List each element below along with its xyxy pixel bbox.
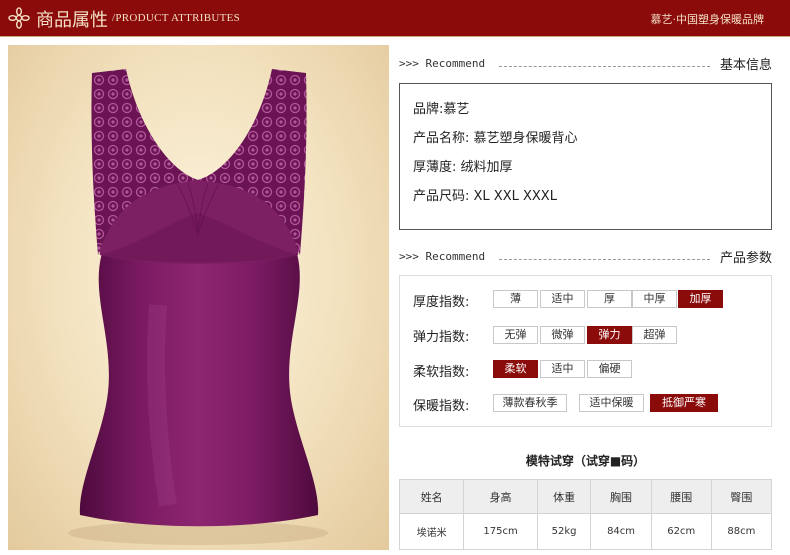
cell-waist: 62cm — [650, 513, 712, 550]
cell-bust: 84cm — [590, 513, 652, 550]
header-bust: 胸围 — [590, 479, 652, 514]
cell-name: 埃诺米 — [398, 513, 465, 550]
thickness-option-selected: 加厚 — [678, 290, 723, 308]
softness-option: 适中 — [540, 360, 585, 378]
elasticity-option-selected: 弹力 — [587, 326, 632, 344]
model-try-on-title: 模特试穿（试穿■码） — [525, 454, 646, 468]
info-thickness: 厚薄度: 绒料加厚 — [413, 160, 513, 175]
header-weight: 体重 — [536, 479, 592, 514]
basic-info-panel: 品牌:慕艺 产品名称: 慕艺塑身保暖背心 厚薄度: 绒料加厚 产品尺码: XL … — [399, 83, 772, 230]
info-product-name: 产品名称: 慕艺塑身保暖背心 — [413, 131, 578, 146]
softness-option: 偏硬 — [587, 360, 632, 378]
brand-slogan: 慕艺·中国塑身保暖品牌 — [650, 13, 765, 26]
softness-label: 柔软指数: — [413, 365, 470, 380]
thickness-option: 薄 — [493, 290, 538, 308]
elasticity-option: 超弹 — [632, 326, 677, 344]
basic-info-title: 基本信息 — [719, 58, 772, 73]
header-name: 姓名 — [398, 479, 465, 514]
warmth-option: 薄款春秋季 — [493, 394, 567, 412]
page-title: 商品属性 — [36, 10, 108, 31]
header-waist: 腰围 — [650, 479, 712, 514]
header-height: 身高 — [463, 479, 538, 514]
cell-weight: 52kg — [536, 513, 592, 550]
cell-height: 175cm — [463, 513, 538, 550]
basic-info-header: >>> Recommend 基本信息 — [399, 53, 772, 75]
model-table: 姓名 身高 体重 胸围 腰围 臀围 埃诺米 175cm 52kg 84cm 62… — [398, 479, 773, 550]
page-subtitle: /PRODUCT ATTRIBUTES — [112, 12, 241, 24]
product-image — [8, 45, 389, 550]
softness-option-selected: 柔软 — [493, 360, 538, 378]
recommend-label: >>> Recommend — [399, 250, 486, 263]
table-row: 埃诺米 175cm 52kg 84cm 62cm 88cm — [398, 513, 773, 550]
thickness-label: 厚度指数: — [413, 295, 470, 310]
cell-hip: 88cm — [710, 513, 773, 550]
warmth-option: 适中保暖 — [579, 394, 644, 412]
thickness-option: 适中 — [540, 290, 585, 308]
recommend-label: >>> Recommend — [399, 57, 486, 70]
elasticity-option: 无弹 — [493, 326, 538, 344]
header-bar: 商品属性 /PRODUCT ATTRIBUTES 慕艺·中国塑身保暖品牌 — [0, 0, 790, 36]
thickness-option: 厚 — [587, 290, 632, 308]
info-sizes: 产品尺码: XL XXL XXXL — [413, 189, 557, 204]
info-brand: 品牌:慕艺 — [413, 102, 470, 117]
warmth-label: 保暖指数: — [413, 399, 470, 414]
table-header-row: 姓名 身高 体重 胸围 腰围 臀围 — [398, 479, 773, 514]
header-divider — [0, 36, 790, 37]
elasticity-option: 微弹 — [540, 326, 585, 344]
params-header: >>> Recommend 产品参数 — [399, 246, 772, 268]
dashed-divider — [499, 66, 710, 67]
params-panel: 厚度指数: 薄 适中 厚 中厚 加厚 弹力指数: 无弹 微弹 弹力 超弹 柔软指… — [399, 275, 772, 427]
params-title: 产品参数 — [719, 251, 772, 266]
header-hip: 臀围 — [710, 479, 773, 514]
purple-vest-illustration — [68, 69, 328, 545]
dashed-divider — [499, 259, 710, 260]
thickness-option: 中厚 — [632, 290, 677, 308]
elasticity-label: 弹力指数: — [413, 330, 470, 345]
warmth-option-selected: 抵御严寒 — [650, 394, 718, 412]
flower-logo-icon — [8, 7, 30, 29]
